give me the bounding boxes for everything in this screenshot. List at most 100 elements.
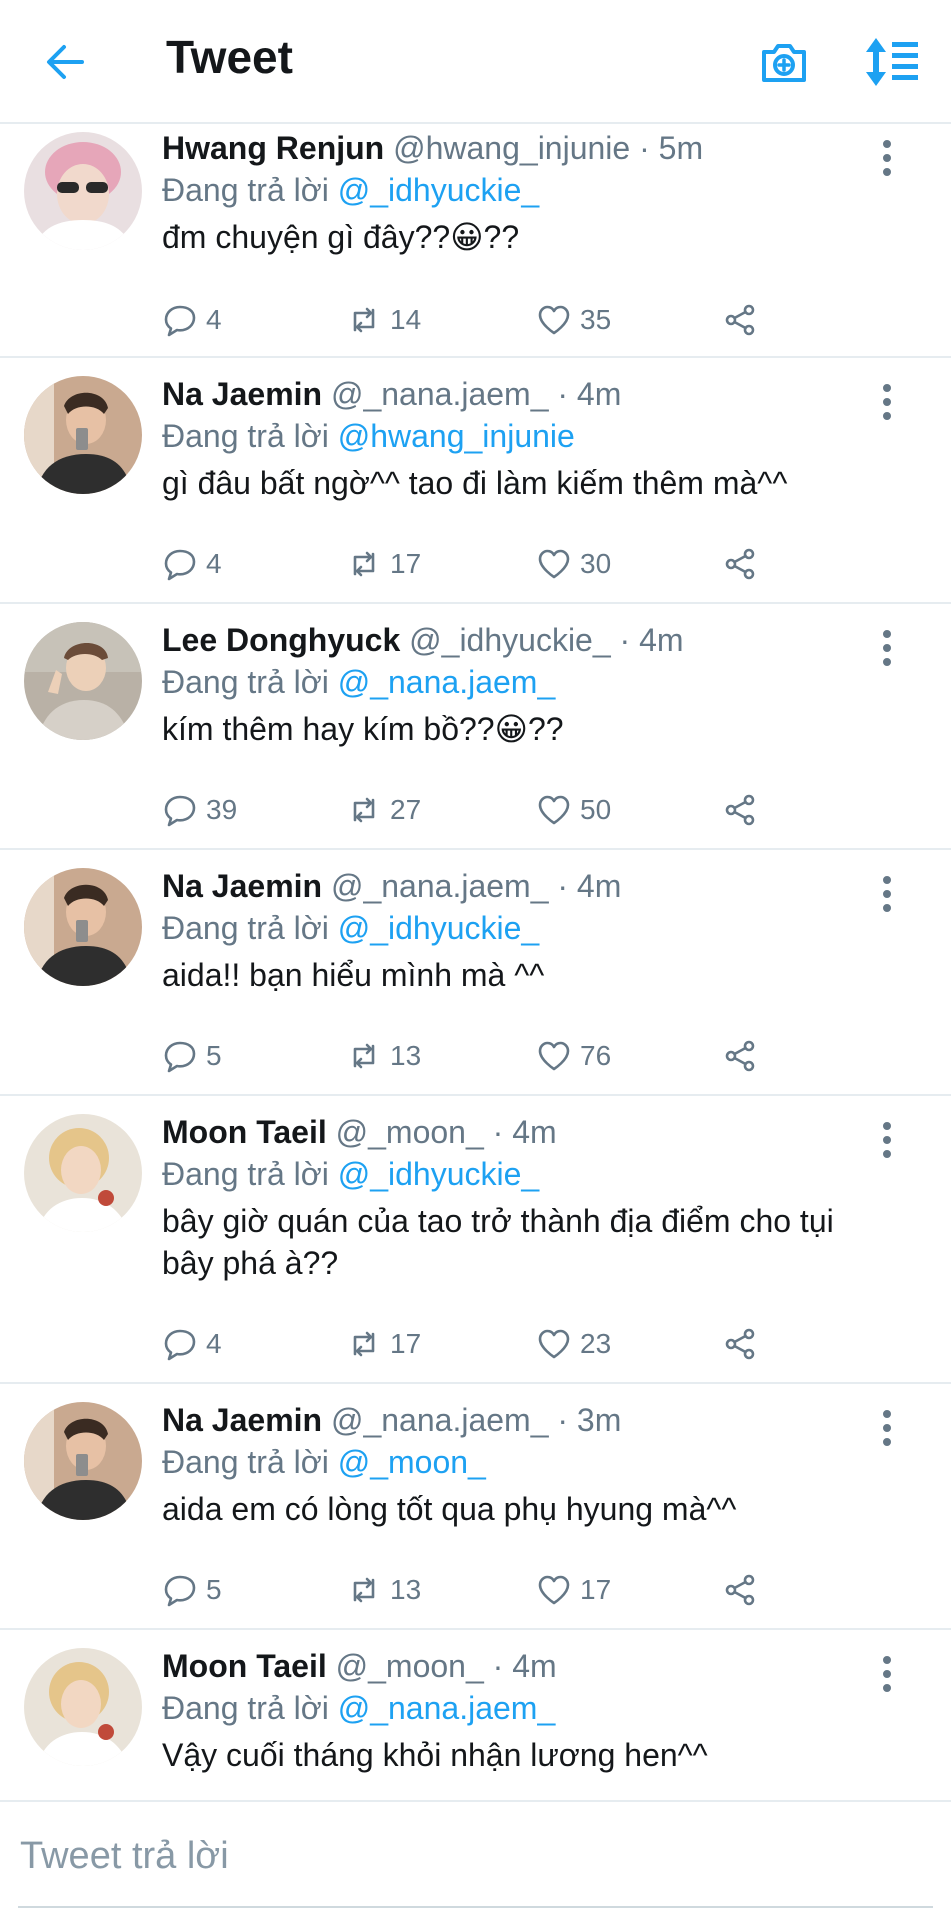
- retweet-icon: [346, 1038, 382, 1074]
- like-button[interactable]: 30: [536, 542, 611, 586]
- reply-composer: [0, 1800, 951, 1920]
- tweet-actions: 4 14 35: [162, 298, 782, 342]
- mention-link[interactable]: @_moon_: [338, 1444, 486, 1480]
- avatar[interactable]: [24, 1402, 142, 1520]
- like-button[interactable]: 35: [536, 298, 611, 342]
- reply-icon: [162, 1572, 198, 1608]
- avatar[interactable]: [24, 376, 142, 494]
- handle: @_idhyuckie_: [409, 622, 611, 658]
- more-options-icon[interactable]: [872, 1120, 902, 1160]
- retweet-button[interactable]: 17: [346, 542, 421, 586]
- tweet-actions: 5 13 76: [162, 1034, 782, 1078]
- retweet-count: 13: [390, 1040, 422, 1071]
- retweet-button[interactable]: 14: [346, 298, 421, 342]
- tweet-item[interactable]: Na Jaemin @_nana.jaem_ · 4m Đang trả lời…: [0, 358, 951, 604]
- share-button[interactable]: [722, 1568, 766, 1612]
- tweet-item[interactable]: Moon Taeil @_moon_ · 4m Đang trả lời @_n…: [0, 1630, 951, 1800]
- back-button[interactable]: [38, 34, 94, 90]
- tweet-header: Lee Donghyuck @_idhyuckie_ · 4m: [162, 622, 684, 659]
- retweet-count: 13: [390, 1574, 422, 1605]
- reply-icon: [162, 792, 198, 828]
- heart-icon: [536, 792, 572, 828]
- retweet-button[interactable]: 13: [346, 1034, 421, 1078]
- tweet-header: Na Jaemin @_nana.jaem_ · 3m: [162, 1402, 621, 1439]
- mention-link[interactable]: @hwang_injunie: [338, 418, 575, 454]
- like-count: 30: [580, 548, 612, 579]
- mention-link[interactable]: @_idhyuckie_: [338, 172, 539, 208]
- reply-prefix: Đang trả lời: [162, 1444, 329, 1480]
- share-button[interactable]: [722, 1034, 766, 1078]
- mention-link[interactable]: @_idhyuckie_: [338, 1156, 539, 1192]
- reply-context: Đang trả lời @_nana.jaem_: [162, 1690, 555, 1727]
- avatar[interactable]: [24, 1114, 142, 1232]
- reply-context: Đang trả lời @_moon_: [162, 1444, 486, 1481]
- more-options-icon[interactable]: [872, 138, 902, 178]
- reply-button[interactable]: 4: [162, 542, 222, 586]
- retweet-button[interactable]: 13: [346, 1568, 421, 1612]
- display-name[interactable]: Lee Donghyuck: [162, 622, 400, 658]
- tweet-item[interactable]: Hwang Renjun @hwang_injunie · 5m Đang tr…: [0, 124, 951, 358]
- tweet-item[interactable]: Na Jaemin @_nana.jaem_ · 4m Đang trả lời…: [0, 850, 951, 1096]
- avatar[interactable]: [24, 1648, 142, 1766]
- more-options-icon[interactable]: [872, 628, 902, 668]
- handle: @_moon_: [335, 1114, 484, 1150]
- display-name[interactable]: Hwang Renjun: [162, 130, 384, 166]
- display-name[interactable]: Na Jaemin: [162, 1402, 322, 1438]
- timestamp: · 4m: [619, 622, 684, 658]
- reply-button[interactable]: 5: [162, 1568, 222, 1612]
- share-button[interactable]: [722, 542, 766, 586]
- more-options-icon[interactable]: [872, 874, 902, 914]
- retweet-icon: [346, 792, 382, 828]
- timestamp: · 4m: [492, 1114, 557, 1150]
- reply-button[interactable]: 4: [162, 298, 222, 342]
- more-options-icon[interactable]: [872, 1408, 902, 1448]
- heart-icon: [536, 546, 572, 582]
- mention-link[interactable]: @_idhyuckie_: [338, 910, 539, 946]
- share-icon: [722, 1038, 758, 1074]
- reply-button[interactable]: 4: [162, 1322, 222, 1366]
- tweet-text: aida!! bạn hiểu mình mà ^^: [162, 957, 545, 993]
- tweet-item[interactable]: Lee Donghyuck @_idhyuckie_ · 4m Đang trả…: [0, 604, 951, 850]
- avatar[interactable]: [24, 868, 142, 986]
- display-name[interactable]: Na Jaemin: [162, 376, 322, 412]
- avatar[interactable]: [24, 622, 142, 740]
- tweet-text: kím thêm hay kím bồ??😀??: [162, 711, 564, 747]
- tweet-text: gì đâu bất ngờ^^ tao đi làm kiếm thêm mà…: [162, 465, 788, 501]
- retweet-button[interactable]: 17: [346, 1322, 421, 1366]
- like-button[interactable]: 50: [536, 788, 611, 832]
- reply-button[interactable]: 39: [162, 788, 237, 832]
- like-button[interactable]: 17: [536, 1568, 611, 1612]
- mention-link[interactable]: @_nana.jaem_: [338, 1690, 556, 1726]
- retweet-count: 17: [390, 548, 422, 579]
- like-button[interactable]: 23: [536, 1322, 611, 1366]
- retweet-icon: [346, 1326, 382, 1362]
- tweet-header: Na Jaemin @_nana.jaem_ · 4m: [162, 376, 621, 413]
- tweet-item[interactable]: Moon Taeil @_moon_ · 4m Đang trả lời @_i…: [0, 1096, 951, 1384]
- share-button[interactable]: [722, 298, 766, 342]
- more-options-icon[interactable]: [872, 1654, 902, 1694]
- timestamp: · 4m: [557, 376, 622, 412]
- reply-input[interactable]: [18, 1828, 922, 1884]
- tweet-text: bây giờ quán của tao trở thành địa điểm …: [162, 1203, 834, 1281]
- reply-context: Đang trả lời @_idhyuckie_: [162, 1156, 539, 1193]
- input-underline: [18, 1906, 933, 1908]
- sort-button[interactable]: [862, 34, 922, 90]
- retweet-button[interactable]: 27: [346, 788, 421, 832]
- share-icon: [722, 1326, 758, 1362]
- mention-link[interactable]: @_nana.jaem_: [338, 664, 556, 700]
- display-name[interactable]: Moon Taeil: [162, 1114, 327, 1150]
- tweet-text: aida em có lòng tốt qua phụ hyung mà^^: [162, 1491, 737, 1527]
- camera-button[interactable]: [756, 34, 812, 90]
- more-options-icon[interactable]: [872, 382, 902, 422]
- tweet-item[interactable]: Na Jaemin @_nana.jaem_ · 3m Đang trả lời…: [0, 1384, 951, 1630]
- reply-context: Đang trả lời @hwang_injunie: [162, 418, 575, 455]
- avatar[interactable]: [24, 132, 142, 250]
- display-name[interactable]: Moon Taeil: [162, 1648, 327, 1684]
- reply-button[interactable]: 5: [162, 1034, 222, 1078]
- like-count: 17: [580, 1574, 612, 1605]
- display-name[interactable]: Na Jaemin: [162, 868, 322, 904]
- share-button[interactable]: [722, 1322, 766, 1366]
- like-button[interactable]: 76: [536, 1034, 611, 1078]
- share-button[interactable]: [722, 788, 766, 832]
- handle: @hwang_injunie: [393, 130, 631, 166]
